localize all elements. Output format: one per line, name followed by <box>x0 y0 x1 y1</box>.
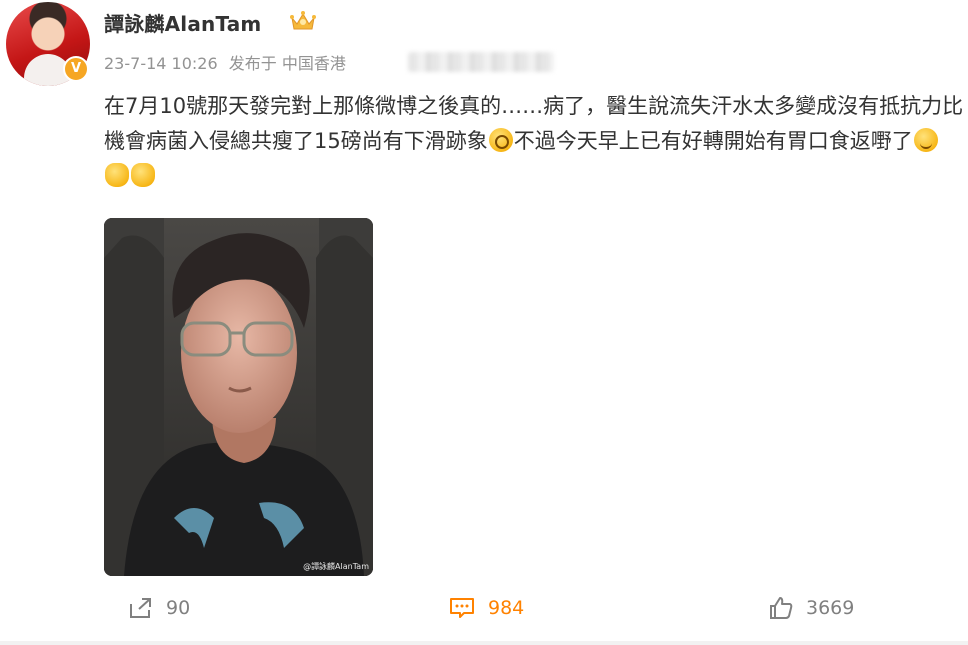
post-text: 在7月10號那天發完對上那條微博之後真的……病了，醫生說流失汗水太多變成沒有抵抗… <box>104 89 964 194</box>
post-image[interactable]: @譚詠麟AlanTam <box>104 218 373 576</box>
image-watermark: @譚詠麟AlanTam <box>303 562 369 571</box>
repost-icon <box>130 598 151 618</box>
like-button[interactable]: 3669 <box>768 596 854 620</box>
comment-button[interactable]: 984 <box>448 596 524 620</box>
ok-hand-emoji-icon <box>131 163 155 187</box>
verified-badge-icon: V <box>63 56 89 82</box>
flexed-biceps-emoji-icon <box>105 163 129 187</box>
blurred-device-info <box>408 52 554 72</box>
post-source: 发布于 中国香港 <box>228 54 346 73</box>
comment-count: 984 <box>488 597 525 619</box>
post-timestamp[interactable]: 23-7-14 10:26 <box>104 54 218 73</box>
post-meta: 23-7-14 10:26 发布于 中国香港 <box>104 50 352 74</box>
crown-icon <box>290 11 316 30</box>
thumbs-up-icon <box>770 597 793 619</box>
feed-divider <box>0 641 968 645</box>
post-text-part2: 不過今天早上已有好轉開始有胃口食返嘢了 <box>513 129 913 153</box>
comment-icon <box>450 598 474 618</box>
repost-button[interactable]: 90 <box>128 596 190 620</box>
like-count: 3669 <box>806 597 855 619</box>
author-name[interactable]: 譚詠麟AlanTam <box>104 8 261 37</box>
repost-count: 90 <box>166 597 191 619</box>
dizzy-face-emoji-icon <box>488 128 513 152</box>
wink-emoji-icon <box>913 128 938 152</box>
portrait-illustration <box>104 218 373 576</box>
